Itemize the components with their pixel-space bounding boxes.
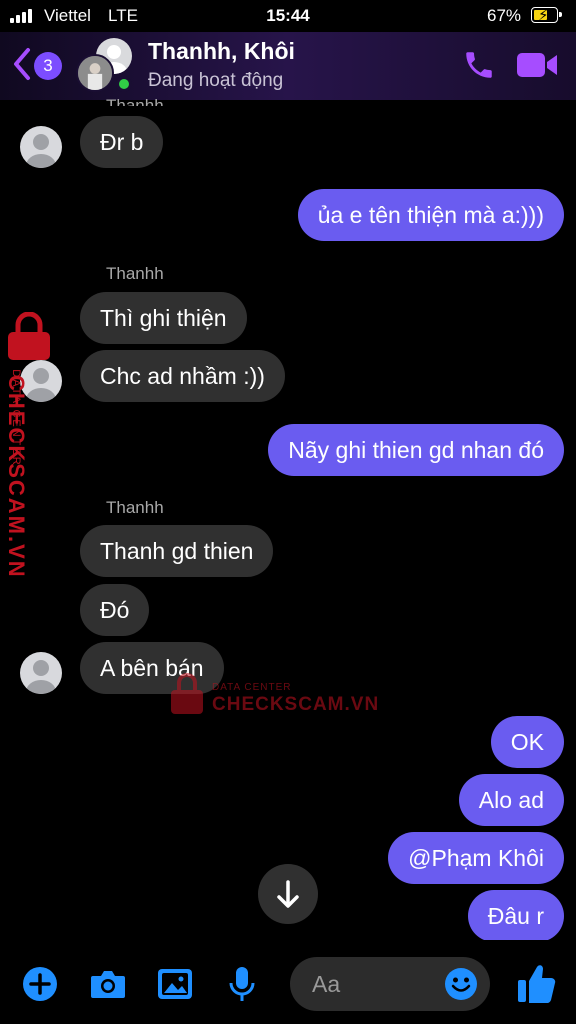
message-in[interactable]: Đó (80, 584, 150, 636)
camera-icon[interactable] (88, 964, 128, 1004)
watermark-small-text: DATA CENTER (212, 682, 292, 693)
battery-icon: ⚡ (531, 7, 562, 24)
emoji-icon[interactable] (444, 967, 478, 1001)
lock-icon (8, 312, 50, 360)
sender-name-partial: Thanhh (106, 96, 164, 106)
active-status: Đang hoạt động (148, 70, 284, 91)
group-avatar[interactable] (76, 36, 136, 96)
unread-badge[interactable]: 3 (34, 52, 62, 80)
message-out[interactable]: Nãy ghi thien gd nhan đó (268, 424, 564, 476)
message-in[interactable]: Thì ghi thiện (80, 292, 247, 344)
watermark-big-text: CHECKSCAM.VN (212, 694, 380, 715)
composer-bar (0, 940, 576, 1024)
message-out[interactable]: Đâu r (467, 890, 564, 942)
checkscam-watermark: DATA CENTER CHECKSCAM.VN (4, 312, 64, 579)
avatar-placeholder-icon[interactable] (20, 652, 62, 694)
online-indicator (116, 76, 132, 92)
user-photo-avatar (76, 54, 114, 92)
back-chevron-icon[interactable] (12, 46, 32, 82)
arrow-down-icon (277, 880, 299, 908)
phone-call-icon[interactable] (462, 48, 496, 82)
avatar-placeholder-icon[interactable] (20, 360, 62, 402)
video-call-icon[interactable] (516, 50, 558, 80)
sender-name: Thanhh (106, 498, 164, 517)
status-bar: Viettel LTE 15:44 67% ⚡ (0, 0, 576, 32)
message-out[interactable]: Alo ad (458, 774, 564, 826)
battery-percent: 67% (487, 6, 522, 25)
microphone-icon[interactable] (222, 964, 262, 1004)
gallery-icon[interactable] (155, 964, 195, 1004)
message-in[interactable]: Thanh gd thien (80, 525, 274, 577)
sender-name: Thanhh (106, 264, 164, 283)
message-out[interactable]: OK (490, 716, 564, 768)
message-in[interactable]: A bên bán (80, 642, 224, 694)
avatar-placeholder-icon[interactable] (20, 126, 62, 168)
message-out[interactable]: @Phạm Khôi (388, 832, 564, 884)
conversation-title[interactable]: Thanhh, Khôi (148, 38, 295, 65)
message-in[interactable]: Chc ad nhầm :)) (80, 350, 285, 402)
watermark-big-text: CHECKSCAM.VN (4, 375, 29, 579)
message-input[interactable] (312, 957, 442, 1011)
message-input-wrapper (290, 957, 490, 1011)
plus-icon[interactable] (20, 964, 60, 1004)
chat-header: 3 Thanhh, Khôi Đang hoạt động (0, 32, 576, 100)
thumbs-up-icon[interactable] (516, 962, 556, 1004)
message-in[interactable]: Đr b (80, 116, 164, 168)
scroll-to-bottom-button[interactable] (258, 864, 318, 924)
message-out[interactable]: ủa e tên thiện mà a:))) (297, 189, 564, 241)
